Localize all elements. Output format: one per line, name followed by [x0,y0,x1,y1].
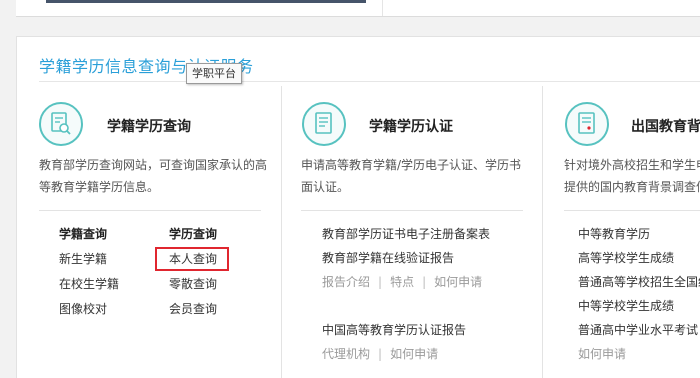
online-verification-report-link[interactable]: 教育部学籍在线验证报告 [322,251,454,265]
card-title: 学籍学历认证 [369,119,453,135]
china-certification-report-link[interactable]: 中国高等教育学历认证报告 [322,323,466,337]
card-description-line: 针对境外高校招生和学生申 [564,158,700,172]
top-divider [382,0,383,16]
how-to-apply-link-2[interactable]: 如何申请 [390,347,438,361]
search-document-icon [39,102,83,146]
card-separator [39,210,261,211]
secondary-school-grades-link[interactable]: 中等学校学生成绩 [578,299,674,313]
image-proofreading-link[interactable]: 图像校对 [59,300,119,325]
enrolled-student-status-link[interactable]: 在校生学籍 [59,275,119,300]
how-to-apply-link[interactable]: 如何申请 [434,275,482,289]
card-academic-query: 学籍学历查询 教育部学历查询网站，可查询国家承认的高等教育学籍学历信息。 学籍查… [17,86,282,378]
student-status-query-heading: 学籍查询 [59,227,108,241]
top-panel-strip [16,0,700,17]
card-academic-certification: 学籍学历认证 申请高等教育学籍/学历电子认证、学历书面认证。 教育部学历证书电子… [282,86,543,378]
card-description-line: 提供的国内教育背景调查信 [564,180,700,194]
title-divider [39,81,700,82]
highlight-box [155,247,229,271]
college-grades-link[interactable]: 高等学校学生成绩 [578,251,674,265]
agency-link[interactable]: 代理机构 [322,347,370,361]
secondary-education-link[interactable]: 中等教育学历 [578,227,650,241]
certificate-document-icon [302,102,346,146]
report-intro-link[interactable]: 报告介绍 [322,275,370,289]
member-query-link[interactable]: 会员查询 [169,300,217,325]
card-overseas-education: 出国教育背 针对境外高校招生和学生申 提供的国内教育背景调查信 中等教育学历 高… [543,86,700,378]
query-service-panel: 学籍学历信息查询与认证服务 学籍学历查询 教育部学历查询网站，可查询国家承认的高… [16,36,700,378]
how-to-apply-link-3[interactable]: 如何申请 [578,347,626,361]
pipe-separator: | [378,347,383,361]
certification-link-list: 教育部学历证书电子注册备案表 教育部学籍在线验证报告 报告介绍 | 特点 | 如何申请 … [322,224,490,368]
card-title: 学籍学历查询 [107,119,191,135]
features-link[interactable]: 特点 [390,275,414,289]
overseas-link-list: 中等教育学历 高等学校学生成绩 普通高等学校招生全国统 中等学校学生成绩 普通高… [578,224,700,368]
pipe-separator: | [422,275,427,289]
card-description: 针对境外高校招生和学生申 提供的国内教育背景调查信 [564,154,700,198]
top-dark-bar [46,0,366,3]
degree-query-list: 学历查询 本人查询 零散查询 会员查询 [169,225,217,325]
national-admission-link[interactable]: 普通高等学校招生全国统 [578,275,700,289]
card-description: 申请高等教育学籍/学历电子认证、学历书面认证。 [301,158,522,194]
individual-query-link[interactable]: 零散查询 [169,275,217,300]
report-document-icon [565,102,609,146]
card-description: 教育部学历查询网站，可查询国家承认的高等教育学籍学历信息。 [39,158,268,194]
high-school-proficiency-test-link[interactable]: 普通高中学业水平考试 [578,323,698,337]
pipe-separator: | [378,275,383,289]
tooltip: 学职平台 [186,63,242,84]
new-student-status-link[interactable]: 新生学籍 [59,250,119,275]
student-status-query-list: 学籍查询 新生学籍 在校生学籍 图像校对 [59,225,119,325]
card-separator [564,210,700,211]
registry-filing-link[interactable]: 教育部学历证书电子注册备案表 [322,227,490,241]
card-separator [301,210,523,211]
card-title: 出国教育背 [631,119,700,135]
